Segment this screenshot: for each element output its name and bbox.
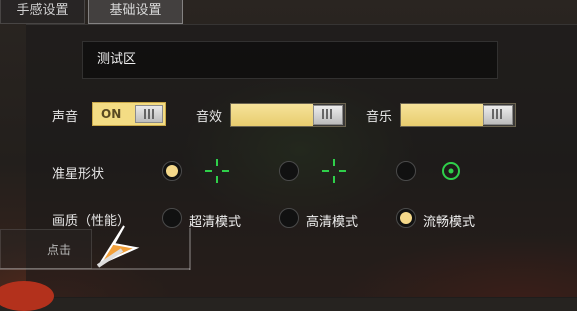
quality-smooth-radio[interactable] <box>396 208 416 228</box>
divider <box>189 228 191 270</box>
sound-effect-fill <box>231 104 313 126</box>
crosshair-dashed-green-icon <box>322 159 346 183</box>
test-area-label: 测试区 <box>97 52 137 67</box>
sound-effect-label: 音效 <box>196 110 223 125</box>
music-handle[interactable] <box>483 105 513 125</box>
click-hint-button: 点击 <box>0 229 92 269</box>
crosshair-dashed-green-icon <box>205 159 229 183</box>
music-slider[interactable] <box>400 103 516 127</box>
quality-ultra-radio[interactable] <box>162 208 182 228</box>
divider <box>0 268 190 270</box>
sound-label: 声音 <box>52 110 79 125</box>
sound-toggle-state: ON <box>101 107 122 121</box>
tab-basic-settings[interactable]: 基础设置 <box>88 0 183 24</box>
quality-smooth-label[interactable]: 流畅模式 <box>423 211 475 230</box>
sound-effect-slider[interactable] <box>230 103 346 127</box>
quality-ultra-label[interactable]: 超清模式 <box>189 211 241 230</box>
music-label: 音乐 <box>366 110 393 125</box>
quality-high-label[interactable]: 高清模式 <box>306 211 358 230</box>
fire-button-icon <box>0 281 54 311</box>
crosshair-option-2-radio[interactable] <box>279 161 299 181</box>
click-hint-label: 点击 <box>47 243 72 257</box>
quality-high-radio[interactable] <box>279 208 299 228</box>
pointer-cursor-icon <box>96 225 140 268</box>
sound-effect-handle[interactable] <box>313 105 343 125</box>
crosshair-label: 准星形状 <box>52 167 105 182</box>
crosshair-option-3-radio[interactable] <box>396 161 416 181</box>
music-fill <box>401 104 483 126</box>
toggle-knob <box>135 105 163 123</box>
tab-feel-settings[interactable]: 手感设置 <box>0 0 85 24</box>
test-area[interactable]: 测试区 <box>82 41 498 79</box>
sound-toggle[interactable]: ON <box>92 102 166 126</box>
crosshair-option-1-radio[interactable] <box>162 161 182 181</box>
crosshair-circle-dot-green-icon <box>442 162 460 180</box>
